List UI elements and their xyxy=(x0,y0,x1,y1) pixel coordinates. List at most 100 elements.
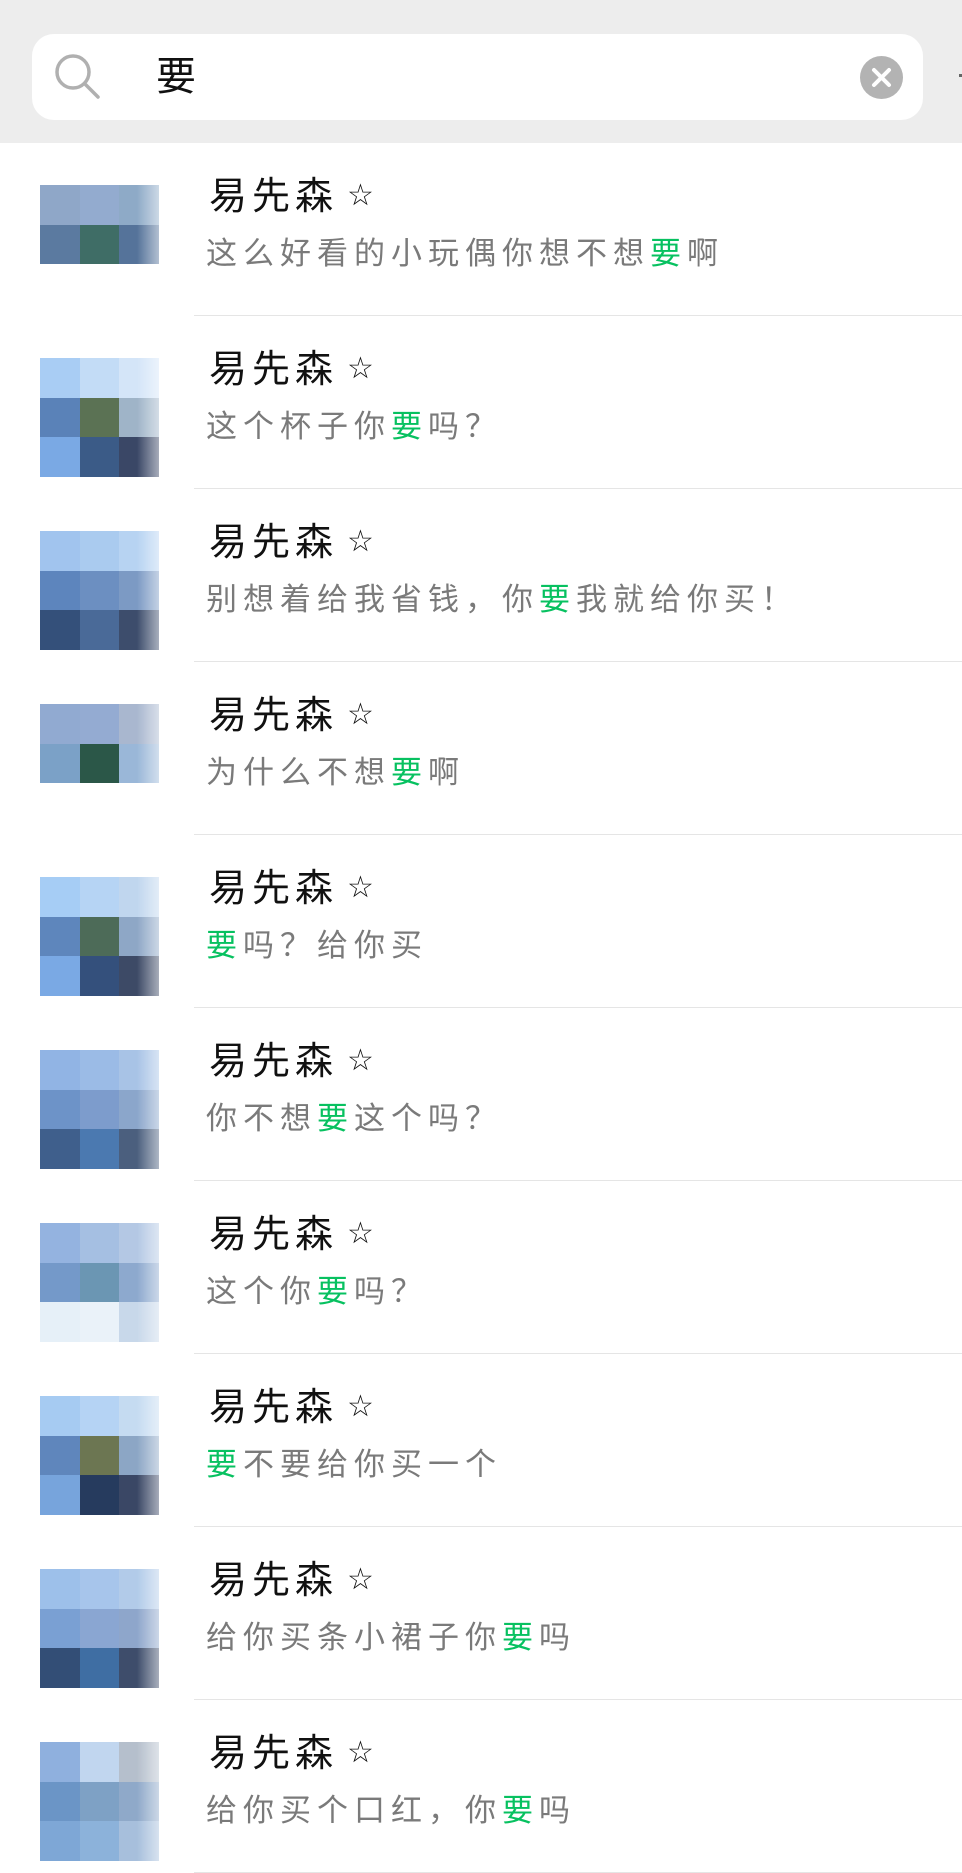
list-item[interactable]: 易先森 ☆ 别想着给我省钱，你要我就给你买！ xyxy=(0,489,962,662)
contact-name: 易先森 xyxy=(209,1731,339,1775)
list-item[interactable]: 易先森 ☆ 你不想要这个吗？ xyxy=(0,1008,962,1181)
avatar-pixel xyxy=(40,358,80,398)
avatar-pixel xyxy=(40,1089,80,1130)
message-preview: 别想着给我省钱，你要我就给你买！ xyxy=(206,578,798,622)
avatar-pixel xyxy=(79,1223,120,1263)
avatar-pixel xyxy=(40,1821,80,1861)
avatar xyxy=(40,1396,159,1515)
avatar-pixel xyxy=(79,1396,120,1436)
search-results-list: 易先森 ☆ 这么好看的小玩偶你想不想要啊 易先森 ☆ 这个杯子你要吗？ 易先森 ☆ 别想着给我省… xyxy=(0,143,962,1873)
avatar-pixel xyxy=(119,185,159,225)
avatar-pixel xyxy=(40,1742,80,1782)
avatar xyxy=(40,531,159,650)
avatar-pixel xyxy=(79,1435,120,1476)
message-match-highlight: 要 xyxy=(650,236,687,272)
star-icon: ☆ xyxy=(347,351,374,386)
list-item[interactable]: 易先森 ☆ 给你买个口红，你要吗 xyxy=(0,1700,962,1873)
list-item[interactable]: 易先森 ☆ 要不要给你买一个 xyxy=(0,1354,962,1527)
avatar-pixel xyxy=(79,1262,120,1303)
message-preview: 为什么不想要啊 xyxy=(206,751,465,795)
contact-name: 易先森 xyxy=(209,1558,339,1602)
message-match-highlight: 要 xyxy=(317,1274,354,1310)
avatar-pixel xyxy=(79,1742,120,1782)
avatar-pixel xyxy=(79,1302,120,1342)
avatar-pixel xyxy=(40,956,80,996)
list-item[interactable]: 易先森 ☆ 这个你要吗？ xyxy=(0,1181,962,1354)
clear-search-button[interactable] xyxy=(860,56,903,99)
avatar-pixel xyxy=(40,397,80,438)
avatar-pixel xyxy=(40,1569,80,1609)
list-item[interactable]: 易先森 ☆ 这个杯子你要吗？ xyxy=(0,316,962,489)
avatar-pixel xyxy=(79,1129,120,1169)
avatar-pixel xyxy=(40,264,80,304)
list-item[interactable]: 易先森 ☆ 这么好看的小玩偶你想不想要啊 xyxy=(0,143,962,316)
avatar-pixel xyxy=(40,783,80,823)
avatar-pixel xyxy=(79,1475,120,1515)
avatar-pixel xyxy=(119,1262,159,1303)
search-bar[interactable]: 要 xyxy=(32,34,923,120)
message-text-before: 你不想 xyxy=(206,1101,317,1137)
message-text-after: 吗？给你买 xyxy=(243,928,428,964)
avatar-pixel xyxy=(79,1608,120,1649)
avatar xyxy=(40,358,159,477)
avatar-pixel xyxy=(40,1435,80,1476)
message-match-highlight: 要 xyxy=(206,1447,243,1483)
message-preview: 给你买个口红，你要吗 xyxy=(206,1789,576,1833)
avatar-pixel xyxy=(79,1089,120,1130)
avatar-pixel xyxy=(40,531,80,571)
list-item[interactable]: 易先森 ☆ 给你买条小裙子你要吗 xyxy=(0,1527,962,1700)
avatar-pixel xyxy=(119,264,159,304)
avatar-pixel xyxy=(40,1475,80,1515)
avatar-pixel xyxy=(119,224,159,265)
avatar-pixel xyxy=(79,185,120,225)
avatar-pixel xyxy=(40,1223,80,1263)
contact-name: 易先森 xyxy=(209,1212,339,1256)
star-icon: ☆ xyxy=(347,1735,374,1770)
star-icon: ☆ xyxy=(347,178,374,213)
list-item[interactable]: 易先森 ☆ 要吗？给你买 xyxy=(0,835,962,1008)
avatar-pixel xyxy=(119,570,159,611)
avatar-pixel xyxy=(79,704,120,744)
avatar-pixel xyxy=(79,956,120,996)
avatar-pixel xyxy=(79,1050,120,1090)
avatar-pixel xyxy=(79,1781,120,1822)
avatar-pixel xyxy=(40,1302,80,1342)
message-match-highlight: 要 xyxy=(317,1101,354,1137)
avatar-pixel xyxy=(119,1781,159,1822)
avatar-pixel xyxy=(79,397,120,438)
list-item[interactable]: 易先森 ☆ 为什么不想要啊 xyxy=(0,662,962,835)
contact-name: 易先森 xyxy=(209,347,339,391)
avatar-pixel xyxy=(119,956,159,996)
avatar-pixel xyxy=(119,1089,159,1130)
avatar-pixel xyxy=(40,916,80,957)
message-text-before: 给你买条小裙子你 xyxy=(206,1620,502,1656)
avatar-pixel xyxy=(119,1223,159,1263)
star-icon: ☆ xyxy=(347,1562,374,1597)
star-icon: ☆ xyxy=(347,1389,374,1424)
avatar-pixel xyxy=(40,437,80,477)
message-text-before: 给你买个口红，你 xyxy=(206,1793,502,1829)
avatar-pixel xyxy=(119,1435,159,1476)
avatar-pixel xyxy=(40,1648,80,1688)
avatar-pixel xyxy=(40,224,80,265)
message-text-before: 别想着给我省钱，你 xyxy=(206,582,539,618)
contact-name: 易先森 xyxy=(209,866,339,910)
avatar-pixel xyxy=(119,1475,159,1515)
avatar-pixel xyxy=(119,610,159,650)
avatar-pixel xyxy=(119,358,159,398)
avatar-pixel xyxy=(119,877,159,917)
star-icon: ☆ xyxy=(347,1043,374,1078)
avatar-pixel xyxy=(40,1608,80,1649)
avatar-pixel xyxy=(79,743,120,784)
message-text-after: 我就给你买！ xyxy=(576,582,798,618)
message-text-after: 吗 xyxy=(539,1793,576,1829)
avatar-pixel xyxy=(79,783,120,823)
star-icon: ☆ xyxy=(347,1216,374,1251)
avatar-pixel xyxy=(119,437,159,477)
message-text-before: 这个你 xyxy=(206,1274,317,1310)
avatar-pixel xyxy=(79,264,120,304)
search-input[interactable]: 要 xyxy=(156,34,196,120)
avatar-pixel xyxy=(40,1781,80,1822)
avatar-pixel xyxy=(40,1262,80,1303)
message-preview: 你不想要这个吗？ xyxy=(206,1097,502,1141)
